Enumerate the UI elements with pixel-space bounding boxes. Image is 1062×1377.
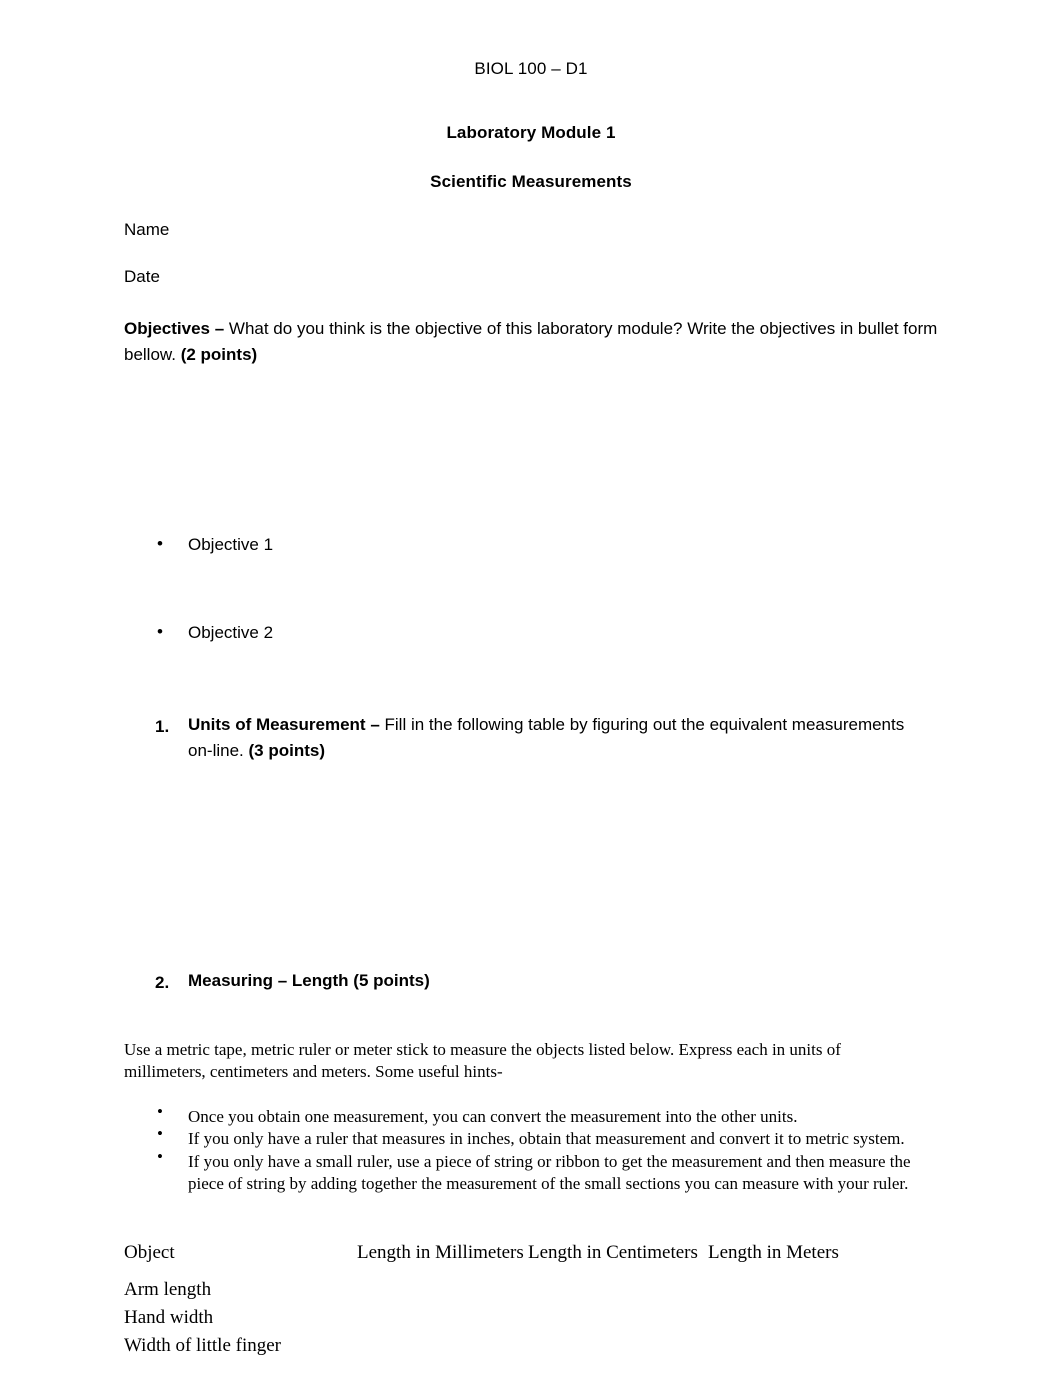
list-item: • Objective 2 [124, 622, 938, 644]
course-header: BIOL 100 – D1 [474, 59, 588, 78]
column-header-millimeters: Length in Millimeters [357, 1241, 524, 1263]
hints-list: • Once you obtain one measurement, you c… [124, 1102, 938, 1196]
hint-1-text: Once you obtain one measurement, you can… [188, 1106, 798, 1126]
cell-meters[interactable] [705, 1276, 914, 1304]
cell-object: Arm length [124, 1278, 212, 1300]
list-item: • If you only have a ruler that measures… [124, 1124, 938, 1150]
table-row: Arm length [124, 1276, 914, 1304]
cell-millimeters[interactable] [357, 1304, 528, 1332]
question-2: 2. Measuring – Length (5 points) [124, 968, 938, 994]
hint-2-text: If you only have a ruler that measures i… [188, 1129, 905, 1149]
bullet-icon: • [157, 533, 163, 553]
question-2-heading: Measuring – Length (5 points) [188, 970, 430, 990]
table-body: Arm length Hand width Width of little fi… [124, 1276, 914, 1360]
table-row: Hand width [124, 1304, 914, 1332]
date-field-label: Date [124, 267, 160, 286]
name-field-label: Name [124, 220, 170, 239]
column-header-centimeters: Length in Centimeters [528, 1241, 698, 1263]
cell-millimeters[interactable] [357, 1332, 528, 1360]
objective-2-label: Objective 2 [188, 622, 274, 642]
bullet-icon: • [157, 1101, 163, 1121]
question-1-dash: – [365, 714, 385, 734]
table-header: Object Length in Millimeters Length in C… [124, 1230, 914, 1276]
column-header-object: Object [124, 1241, 175, 1263]
question-1: 1. Units of Measurement – Fill in the fol… [124, 712, 933, 765]
list-item: • If you only have a small ruler, use a … [124, 1147, 938, 1196]
measurement-table: Object Length in Millimeters Length in C… [124, 1230, 914, 1360]
length-section: Use a metric tape, metric ruler or meter… [124, 1039, 938, 1360]
cell-meters[interactable] [705, 1332, 914, 1360]
cell-centimeters[interactable] [528, 1304, 705, 1332]
objectives-points: (2 points) [180, 345, 258, 365]
document-page: BIOL 100 – D1 Laboratory Module 1 Scient… [0, 0, 1062, 1377]
objectives-dash: – [210, 319, 229, 338]
page-title: Laboratory Module 1 [446, 123, 616, 142]
objective-1-label: Objective 1 [188, 534, 274, 554]
list-item: • Objective 1 [124, 534, 938, 556]
cell-centimeters[interactable] [528, 1332, 705, 1360]
bullet-icon: • [157, 621, 163, 641]
question-1-number: 1. [155, 716, 170, 736]
cell-millimeters[interactable] [357, 1276, 528, 1304]
objectives-prompt: Objectives – What do you think is the ob… [124, 316, 938, 369]
list-item: • Once you obtain one measurement, you c… [124, 1102, 938, 1128]
cell-meters[interactable] [705, 1304, 914, 1332]
question-2-number: 2. [155, 972, 170, 992]
objectives-heading: Objectives [124, 319, 210, 338]
page-subtitle: Scientific Measurements [430, 172, 632, 191]
objectives-bullet-list: • Objective 1 • Objective 2 [124, 534, 938, 644]
column-header-meters: Length in Meters [708, 1241, 839, 1263]
table-row: Width of little finger [124, 1332, 914, 1360]
cell-centimeters[interactable] [528, 1276, 705, 1304]
bullet-icon: • [157, 1124, 163, 1144]
hint-3-text: If you only have a small ruler, use a pi… [188, 1151, 911, 1194]
table-header-row: Object Length in Millimeters Length in C… [124, 1230, 914, 1276]
question-1-points: (3 points) [248, 741, 325, 761]
length-intro-paragraph: Use a metric tape, metric ruler or meter… [124, 1039, 841, 1082]
cell-object: Width of little finger [124, 1334, 282, 1356]
question-1-heading: Units of Measurement [188, 714, 366, 734]
bullet-icon: • [157, 1146, 163, 1166]
cell-object: Hand width [124, 1306, 214, 1328]
